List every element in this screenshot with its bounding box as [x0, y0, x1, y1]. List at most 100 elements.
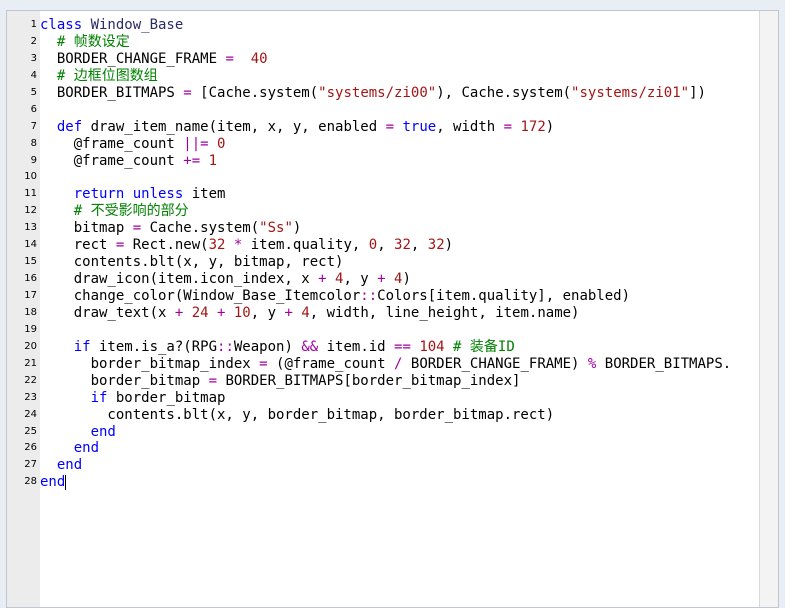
line-number: 28	[24, 476, 37, 488]
line-number: 21	[24, 357, 37, 369]
code-line[interactable]: 12 # 不受影响的部分	[7, 203, 767, 220]
code-token: bitmap	[40, 220, 133, 237]
code-token: # 不受影响的部分	[73, 203, 189, 220]
code-token: draw_text(x	[40, 304, 175, 321]
code-token: # 帧数设定	[56, 33, 130, 50]
code-token: , y	[343, 271, 378, 288]
code-token: true	[394, 118, 437, 135]
code-line[interactable]: 21 border_bitmap_index = (@frame_count /…	[7, 356, 767, 373]
code-token: 24	[183, 304, 209, 321]
code-token: contents.blt(x, y, bitmap, rect)	[40, 254, 344, 271]
code-token: ::	[360, 288, 378, 304]
code-token: )	[292, 220, 302, 237]
code-line[interactable]: 9 @frame_count += 1	[7, 153, 767, 170]
code-line[interactable]: 24 contents.blt(x, y, border_bitmap, bor…	[7, 407, 767, 424]
line-number: 3	[30, 52, 37, 64]
code-token: +	[318, 271, 327, 288]
code-text: draw_icon(item.icon_index, x + 4, y + 4)	[40, 271, 411, 288]
code-token: "Ss"	[259, 220, 293, 237]
line-number: 20	[24, 340, 37, 352]
code-token: =	[183, 84, 192, 101]
code-line[interactable]: 1 class Window_Base	[7, 17, 767, 34]
code-token: border_bitmap	[40, 372, 209, 389]
code-line[interactable]: 15 contents.blt(x, y, bitmap, rect)	[7, 254, 767, 271]
code-line[interactable]: 14 rect = Rect.new(32 * item.quality, 0,…	[7, 237, 767, 254]
code-token: )	[545, 118, 555, 135]
line-number: 26	[24, 442, 37, 454]
code-token: draw_icon(item.icon_index, x	[40, 271, 319, 288]
code-token: end	[56, 457, 83, 474]
code-line[interactable]: 26 end	[7, 440, 767, 457]
code-text: contents.blt(x, y, border_bitmap, border…	[40, 407, 554, 424]
code-line[interactable]: 6	[7, 102, 767, 119]
line-number: 6	[30, 103, 37, 115]
code-line[interactable]: 8 @frame_count ||= 0	[7, 136, 767, 153]
line-number: 11	[24, 188, 37, 200]
code-token: item.quality,	[242, 237, 369, 254]
code-line[interactable]: 13 bitmap = Cache.system("Ss")	[7, 220, 767, 237]
code-token: draw_item_name(item, x, y, enabled	[90, 118, 386, 135]
code-line[interactable]: 17 change_color(Window_Base_Itemcolor::C…	[7, 288, 767, 305]
code-editor[interactable]: 1 class Window_Base 2 # 帧数设定 3 BORDER_CHANG…	[6, 10, 779, 608]
code-token: ,	[410, 237, 428, 254]
code-token: "systems/zi00"	[318, 84, 437, 101]
code-token: border_bitmap	[107, 389, 226, 406]
code-token: 32	[208, 237, 226, 254]
code-line[interactable]: 7 def draw_item_name(item, x, y, enabled…	[7, 119, 767, 136]
code-text: change_color(Window_Base_Itemcolor::Colo…	[40, 288, 630, 305]
code-line[interactable]: 2 # 帧数设定	[7, 34, 767, 51]
code-token: [	[191, 84, 209, 101]
line-number: 13	[24, 222, 37, 234]
code-token: BORDER_CHANGE_FRAME	[40, 50, 226, 67]
code-area[interactable]: 1 class Window_Base 2 # 帧数设定 3 BORDER_CHANG…	[7, 17, 767, 491]
line-number: 1	[30, 19, 37, 30]
code-line[interactable]: 27 end	[7, 457, 767, 474]
code-token: BORDER_BITMAPS.	[596, 355, 732, 372]
code-token: +	[377, 271, 386, 288]
code-line[interactable]: 11 return unless item	[7, 186, 767, 203]
code-line[interactable]: 19	[7, 322, 767, 339]
code-token: 32	[394, 237, 411, 254]
code-token: , y	[250, 304, 285, 321]
code-line[interactable]: 22 border_bitmap = BORDER_BITMAPS[border…	[7, 373, 767, 390]
line-number: 27	[24, 459, 37, 471]
code-token: if	[90, 389, 108, 406]
code-text: def draw_item_name(item, x, y, enabled =…	[40, 119, 554, 136]
line-number: 25	[24, 425, 37, 437]
code-token: BORDER_CHANGE_FRAME)	[402, 355, 588, 372]
code-line[interactable]: 20 if item.is_a?(RPG::Weapon) && item.id…	[7, 339, 767, 356]
code-token: +	[284, 304, 293, 321]
code-text: border_bitmap = BORDER_BITMAPS[border_bi…	[40, 372, 521, 390]
code-token: if	[73, 338, 91, 355]
code-text: bitmap = Cache.system("Ss")	[40, 220, 302, 237]
code-token: =	[385, 118, 395, 135]
code-token: ==	[394, 338, 411, 355]
code-line[interactable]: 5 BORDER_BITMAPS = [Cache.system("system…	[7, 85, 767, 102]
line-number: 5	[30, 86, 37, 98]
code-line[interactable]: 18 draw_text(x + 24 + 10, y + 4, width, …	[7, 305, 767, 322]
code-token: Rect.new(	[124, 237, 209, 254]
code-line[interactable]: 3 BORDER_CHANGE_FRAME = 40	[7, 51, 767, 68]
code-line[interactable]: 28 end	[7, 474, 767, 491]
code-token: BORDER_BITMAPS[border_bitmap_index]	[217, 372, 521, 389]
line-number: 16	[24, 273, 37, 285]
line-number: 19	[24, 323, 37, 335]
code-line[interactable]: 4 # 边框位图数组	[7, 68, 767, 85]
code-token: return unless	[73, 186, 184, 203]
code-line[interactable]: 23 if border_bitmap	[7, 390, 767, 407]
code-token: # 边框位图数组	[56, 67, 158, 84]
code-line[interactable]: 10	[7, 169, 767, 186]
code-text: rect = Rect.new(32 * item.quality, 0, 32…	[40, 237, 453, 254]
vertical-scrollbar[interactable]	[759, 11, 778, 607]
code-line[interactable]: 25 end	[7, 424, 767, 441]
code-line[interactable]: 16 draw_icon(item.icon_index, x + 4, y +…	[7, 271, 767, 288]
code-text: # 边框位图数组	[40, 68, 158, 85]
line-number: 14	[24, 239, 37, 251]
